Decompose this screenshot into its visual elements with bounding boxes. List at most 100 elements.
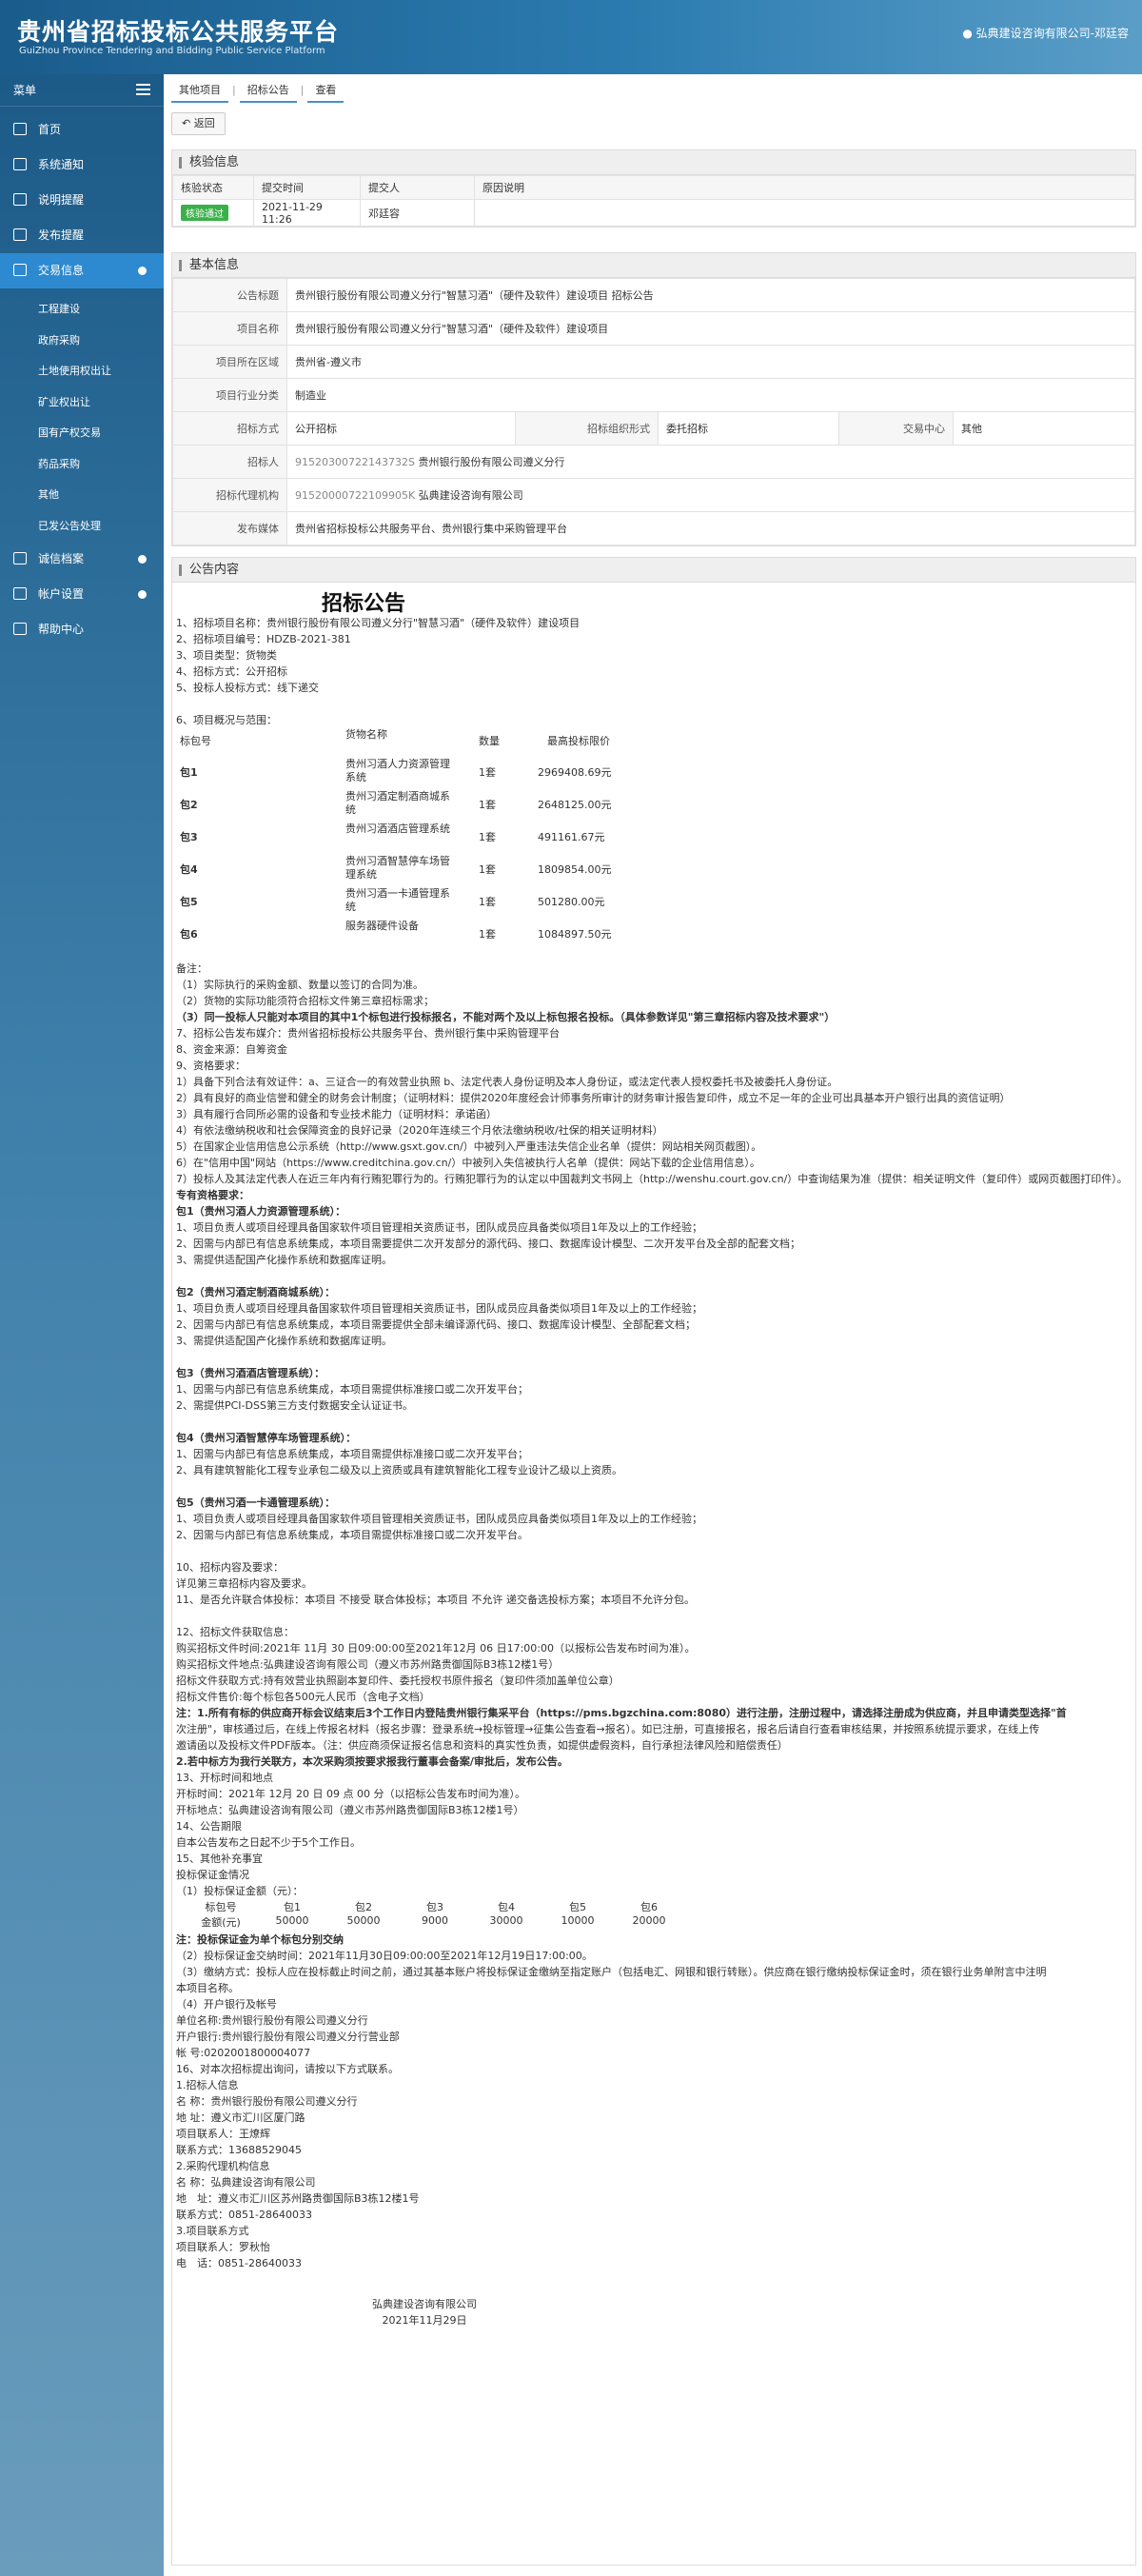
notice-line: （1）投标保证金额（元）： xyxy=(176,1885,304,1897)
notice-line: 开标时间：2021年 12月 20 日 09 点 00 分（以招标公告发布时间为… xyxy=(176,1788,525,1800)
notice-line: 7）投标人及其法定代表人在近三年内有行贿犯罪行为的。行贿犯罪行为的认定以中国裁判… xyxy=(176,1173,1128,1185)
basic-info-table: 公告标题 贵州银行股份有限公司遵义分行"智慧习酒"（硬件及软件）建设项目 招标公告… xyxy=(172,278,1135,545)
table-cell: 1套 xyxy=(479,896,496,908)
table-cell: 包6 xyxy=(180,928,198,941)
sidebar-sub-item[interactable]: 工程建设 xyxy=(0,294,164,326)
table-cell: 10000 xyxy=(561,1914,595,1927)
notice-line: 包1（贵州习酒人力资源管理系统）： xyxy=(176,1205,346,1218)
doc-icon xyxy=(13,228,27,241)
platform-title: 贵州省招标投标公共服务平台 xyxy=(17,18,340,46)
monitor-icon xyxy=(13,158,27,170)
bidder-name: 贵州银行股份有限公司遵义分行 xyxy=(418,456,565,468)
notice-line: 4、招标方式：公开招标 xyxy=(176,665,287,678)
notice-line: 地 址：遵义市汇川区苏州路贵御国际B3栋12楼1号 xyxy=(176,2192,420,2205)
sidebar-sub-item[interactable]: 土地使用权出让 xyxy=(0,356,164,387)
tab-view[interactable]: 查看 xyxy=(307,78,345,103)
notice-line: 联系方式：0851-28640033 xyxy=(176,2209,312,2221)
sidebar-item-credit[interactable]: 诚信档案 xyxy=(0,542,164,577)
notice-line: 7、招标公告发布媒介：贵州省招标投标公共服务平台、贵州银行集中采购管理平台 xyxy=(176,1027,560,1040)
chevron-down-icon xyxy=(138,267,147,275)
sidebar-item-notice[interactable]: 系统通知 xyxy=(0,148,164,183)
field-label: 招标代理机构 xyxy=(172,478,287,512)
deposit-table: 标包号 包1 包2 包3 包4 包5 包6 金额(元) 50000 50000 9000 30000 1… xyxy=(172,1899,1137,1932)
sidebar-sub-item[interactable]: 国有产权交易 xyxy=(0,418,164,449)
table-cell: 包2 xyxy=(355,1901,372,1913)
field-label: 交易中心 xyxy=(838,411,954,446)
back-button[interactable]: ↶ 返回 xyxy=(171,112,226,135)
notice-line: 购买招标文件时间:2021年 11月 30 日09:00:00至2021年12月… xyxy=(176,1642,696,1655)
sidebar-item-account[interactable]: 帐户设置 xyxy=(0,577,164,612)
menu-toggle-icon[interactable] xyxy=(136,84,150,95)
table-cell: 贵州习酒酒店管理系统 xyxy=(345,822,450,835)
tab-separator: | xyxy=(232,84,236,96)
tab-other-projects[interactable]: 其他项目 xyxy=(171,78,228,103)
notice-line: 名 称：弘典建设咨询有限公司 xyxy=(176,2176,316,2189)
col-header: 最高投标限价 xyxy=(547,735,610,747)
sidebar-sub-item[interactable]: 其他 xyxy=(0,480,164,511)
notice-line: （2）货物的实际功能须符合招标文件第三章招标需求； xyxy=(176,995,434,1007)
notice-line: （2）投标保证金交纳时间：2021年11月30日09:00:00至2021年12… xyxy=(176,1950,593,1962)
reason xyxy=(474,199,1135,227)
notice-line: （4）开户银行及帐号 xyxy=(176,1998,277,2011)
notice-line: 邀请函以及投标文件PDF版本。（注：供应商须保证报名信息和资料的真实性负责，如提… xyxy=(176,1739,788,1752)
sidebar-sub-item[interactable]: 矿业权出让 xyxy=(0,387,164,419)
notice-line: 1、项目负责人或项目经理具备国家软件项目管理相关资质证书，团队成员应具备类似项目… xyxy=(176,1302,702,1315)
table-cell: 包1 xyxy=(284,1901,301,1913)
tab-tender-notice[interactable]: 招标公告 xyxy=(239,78,297,103)
field-value: 91520000722109905K 弘典建设咨询有限公司 xyxy=(286,478,1135,512)
user-menu[interactable]: ● 弘典建设咨询有限公司-邓廷容 xyxy=(962,25,1129,41)
verify-section: 核验信息 核验状态 提交时间 提交人 原因说明 核验通过 2021-11-29 11:2… xyxy=(171,149,1136,228)
notice-line: 13、开标时间和地点 xyxy=(176,1772,273,1784)
agent-name: 弘典建设咨询有限公司 xyxy=(418,489,523,502)
notice-line: 注：投标保证金为单个标包分别交纳 xyxy=(176,1933,344,1946)
notice-line: 3）具有履行合同所必需的设备和专业技术能力（证明材料：承诺函） xyxy=(176,1108,497,1120)
col-header: 数量 xyxy=(479,735,500,747)
notice-line: 开标地点：弘典建设咨询有限公司（遵义市苏州路贵御国际B3栋12楼1号） xyxy=(176,1804,524,1816)
notice-line: 2、需提供PCI-DSS第三方支付数据安全认证证书。 xyxy=(176,1399,413,1412)
table-cell: 1套 xyxy=(479,928,496,941)
table-cell: 50000 xyxy=(275,1914,309,1927)
notice-line: 1.招标人信息 xyxy=(176,2079,239,2091)
table-row: 包2 贵州习酒定制酒商城系统 1套 2648125.00元 xyxy=(176,787,709,820)
notice-line: （1）实际执行的采购金额、数量以签订的合同为准。 xyxy=(176,979,423,991)
table-cell: 包5 xyxy=(180,896,198,908)
sidebar-item-guide[interactable]: 说明提醒 xyxy=(0,183,164,218)
table-cell: 包2 xyxy=(180,799,198,811)
table-cell: 50000 xyxy=(346,1914,381,1927)
sidebar-sub-item[interactable]: 药品采购 xyxy=(0,449,164,481)
notice-line: 5、投标人投标方式：线下递交 xyxy=(176,682,319,694)
table-cell: 包4 xyxy=(180,863,198,876)
notice-line: 1、项目负责人或项目经理具备国家软件项目管理相关资质证书，团队成员应具备类似项目… xyxy=(176,1221,702,1234)
sidebar-item-trade[interactable]: 交易信息 xyxy=(0,253,164,288)
sidebar-item-help[interactable]: 帮助中心 xyxy=(0,612,164,647)
sidebar: 菜单 首页 系统通知 说明提醒 发布提醒 交易信息 工程建设 政府采购 土地使用… xyxy=(0,74,164,2576)
home-icon xyxy=(13,123,27,135)
top-header: 贵州省招标投标公共服务平台 GuiZhou Province Tendering… xyxy=(0,0,1142,74)
sidebar-sub-item[interactable]: 政府采购 xyxy=(0,326,164,357)
sidebar-item-label: 帮助中心 xyxy=(38,623,85,636)
user-icon: ● xyxy=(962,27,976,40)
notice-line: 3、需提供适配国产化操作系统和数据库证明。 xyxy=(176,1254,392,1266)
notice-line: 1）具备下列合法有效证件：a、三证合一的有效营业执照 b、法定代表人身份证明及本… xyxy=(176,1076,838,1088)
sidebar-item-publish[interactable]: 发布提醒 xyxy=(0,218,164,253)
table-cell: 2969408.69元 xyxy=(538,766,612,779)
notice-line: 2）具有良好的商业信誉和健全的财务会计制度；（证明材料：提供2020年度经会计师… xyxy=(176,1092,1011,1104)
sidebar-item-label: 说明提醒 xyxy=(38,193,85,207)
notice-line xyxy=(172,1478,1137,1495)
table-row: 包6 服务器硬件设备 1套 1084897.50元 xyxy=(176,917,709,949)
section-title: 公告内容 xyxy=(172,558,1135,583)
sign-date: 2021年11月29日 xyxy=(382,2314,467,2327)
notice-line: 招标文件获取方式:持有效营业执照副本复印件、委托授权书原件报名（复印件须加盖单位… xyxy=(176,1674,620,1687)
notice-line: 开户银行:贵州银行股份有限公司遵义分行营业部 xyxy=(176,2031,400,2043)
notice-line: 项目联系人：罗秋怡 xyxy=(176,2241,270,2253)
table-cell: 金额(元) xyxy=(201,1916,241,1929)
book-icon xyxy=(13,193,27,206)
breadcrumb-tabs: 其他项目 | 招标公告 | 查看 xyxy=(171,78,347,103)
sidebar-sub-item[interactable]: 已发公告处理 xyxy=(0,511,164,543)
chevron-right-icon xyxy=(138,555,147,564)
notice-lines-3: 注：投标保证金为单个标包分别交纳 （2）投标保证金交纳时间：2021年11月30日… xyxy=(172,1932,1137,2271)
sidebar-item-home[interactable]: 首页 xyxy=(0,112,164,148)
notice-line xyxy=(172,1268,1137,1284)
section-title: 基本信息 xyxy=(172,253,1135,278)
notice-line xyxy=(172,696,1137,712)
